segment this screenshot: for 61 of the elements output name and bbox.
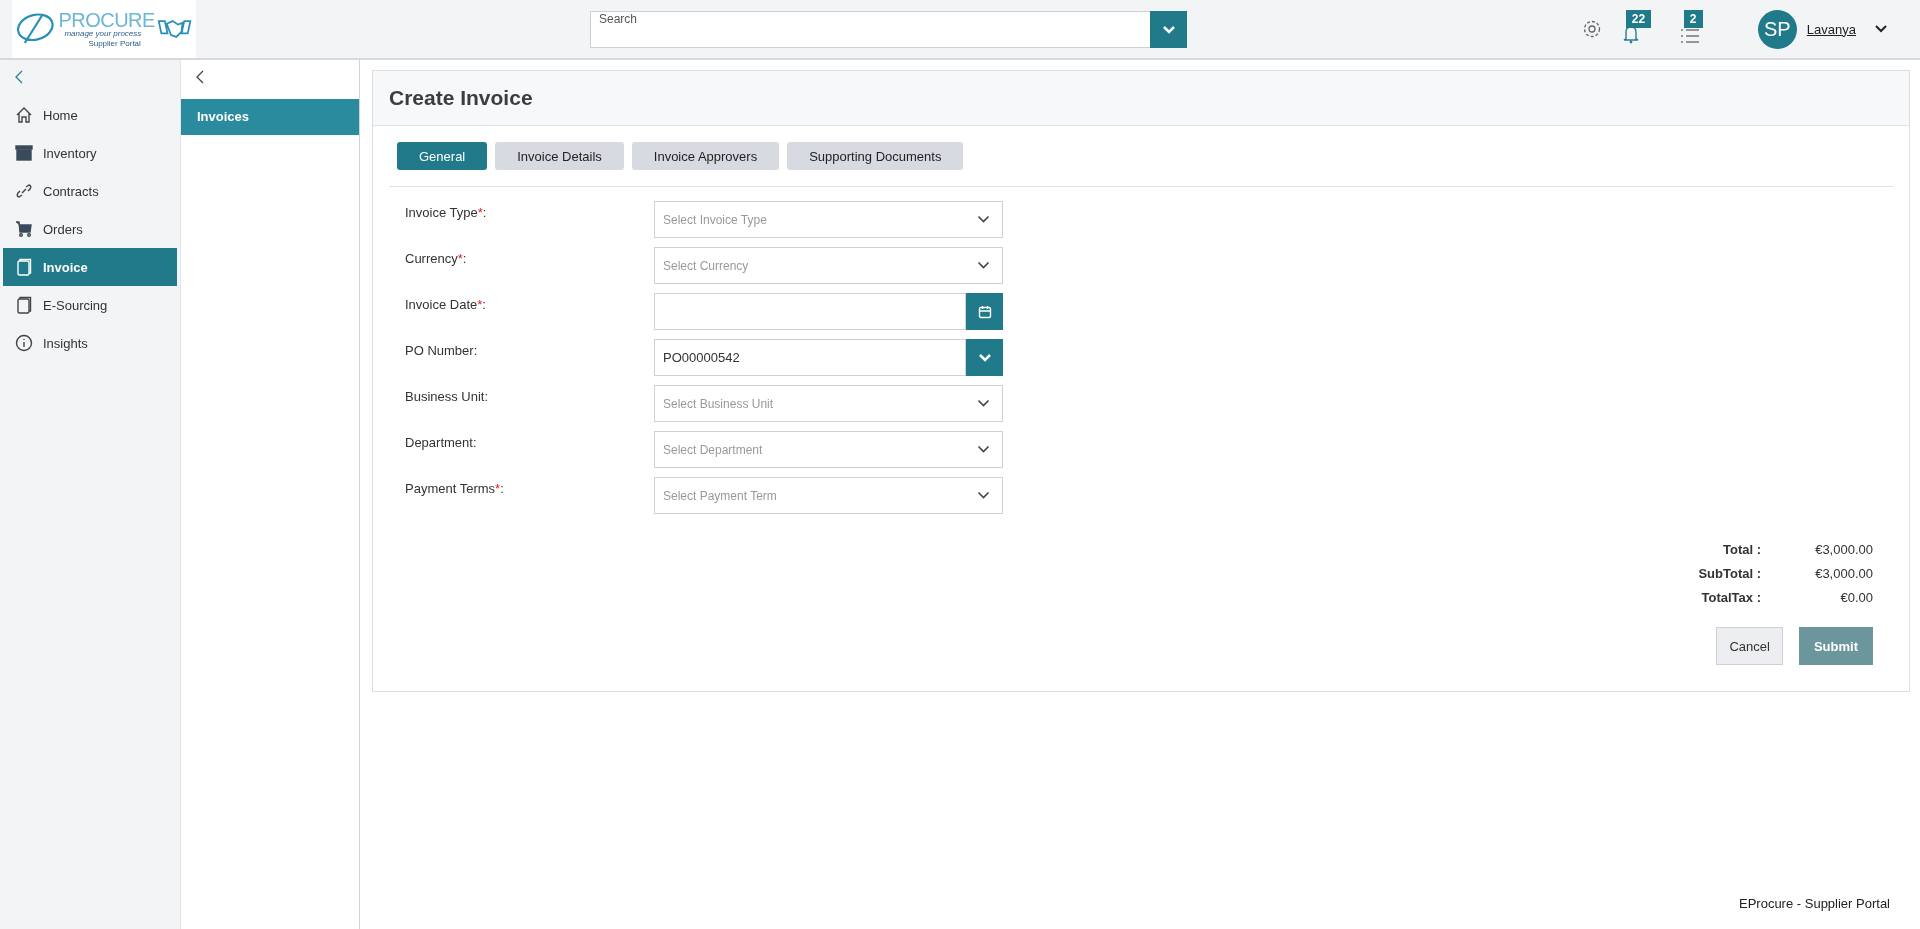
total-value: €3,000.00 [1814, 566, 1873, 581]
logo-tagline: manage your process [64, 30, 142, 38]
user-name-link[interactable]: Lavanya [1806, 21, 1856, 37]
document-icon [15, 258, 33, 276]
field-label: PO Number: [405, 342, 479, 358]
chevron-down-icon [977, 215, 990, 224]
po-number-field[interactable]: PO00000542 [654, 339, 966, 376]
chevron-down-icon [977, 399, 990, 408]
logo-subtitle: Supplier Portal [88, 40, 141, 48]
settings-icon[interactable] [1581, 19, 1602, 39]
total-label: TotalTax : [1701, 590, 1761, 605]
calendar-icon [977, 304, 992, 319]
footer-text: EProcure - Supplier Portal [1739, 896, 1891, 911]
cancel-button[interactable]: Cancel [1716, 627, 1783, 665]
total-label: SubTotal : [1698, 566, 1761, 581]
total-value: €0.00 [1839, 590, 1873, 605]
submenu-item[interactable]: Invoices [181, 99, 359, 135]
sidebar-item[interactable]: Inventory [3, 134, 177, 172]
info-icon [15, 334, 33, 352]
collapse-icon[interactable] [195, 70, 205, 84]
chevron-down-icon [977, 352, 992, 363]
dropdown-button[interactable] [966, 339, 1003, 376]
page-title: Create Invoice [389, 86, 533, 110]
date-field[interactable] [654, 293, 966, 330]
field-label: Payment Terms*: [405, 480, 505, 496]
user-avatar[interactable]: SP [1757, 9, 1797, 49]
sidebar-item[interactable]: Home [3, 96, 177, 134]
list-icon[interactable] [1679, 28, 1700, 44]
task-count-badge: 2 [1683, 10, 1703, 28]
total-value: €3,000.00 [1814, 542, 1873, 557]
home-icon [15, 106, 33, 124]
field-label: Invoice Date*: [405, 296, 487, 312]
chevron-down-icon [977, 445, 990, 454]
sidebar-item[interactable]: Insights [3, 324, 177, 362]
collapse-icon[interactable] [14, 70, 24, 84]
notification-count-badge: 22 [1625, 10, 1652, 28]
documents-icon [15, 296, 33, 314]
chevron-down-icon [977, 261, 990, 270]
total-label: Total : [1722, 542, 1761, 557]
logo-wordmark: PROCURE [58, 10, 155, 30]
search-dropdown-button[interactable] [1150, 11, 1187, 48]
field-label: Business Unit: [405, 388, 490, 404]
sidebar-item[interactable]: E-Sourcing [3, 286, 177, 324]
chevron-down-icon[interactable] [1874, 24, 1888, 34]
field-label: Department: [405, 434, 478, 450]
chevron-down-icon [977, 491, 990, 500]
link-icon [15, 182, 33, 200]
field-label: Currency*: [405, 250, 468, 266]
archive-box-icon [15, 144, 33, 162]
sidebar-item[interactable]: Contracts [3, 172, 177, 210]
search-field[interactable]: Search [590, 11, 1187, 48]
field-label: Invoice Type*: [405, 204, 488, 220]
sidebar-item[interactable]: Orders [3, 210, 177, 248]
tab[interactable]: General [397, 142, 488, 170]
tab[interactable]: Invoice Approvers [631, 142, 780, 170]
sidebar-item[interactable]: Invoice [3, 248, 177, 286]
tab[interactable]: Supporting Documents [787, 142, 964, 170]
tab[interactable]: Invoice Details [495, 142, 624, 170]
cart-icon [15, 220, 33, 238]
calendar-button[interactable] [966, 293, 1003, 330]
chevron-down-icon [1161, 24, 1176, 35]
